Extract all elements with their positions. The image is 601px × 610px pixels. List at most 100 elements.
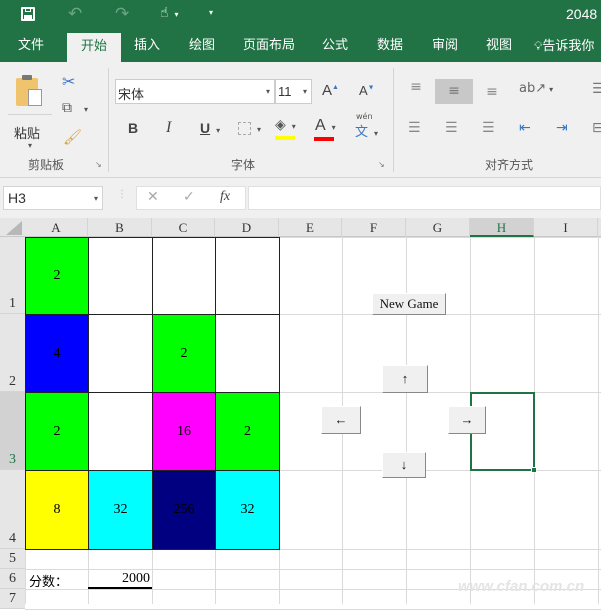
row-header-2[interactable]: 2 [0, 314, 25, 392]
fill-color-icon: ◈ [275, 117, 286, 133]
font-size-dropdown[interactable]: 11 ▾ [275, 79, 312, 104]
ribbon-tabs: 文件 开始 插入 绘图 页面布局 公式 数据 审阅 视图 💡︎告诉我你 [0, 30, 601, 62]
increase-indent-button[interactable]: ⇥ [556, 120, 568, 136]
orientation-button[interactable]: ab↗ ▾ [519, 81, 553, 96]
row-header-7[interactable]: 7 [0, 589, 25, 609]
column-header-d[interactable]: D [215, 218, 279, 237]
right-button[interactable]: → [448, 406, 486, 434]
board-tile[interactable]: 2 [25, 392, 89, 471]
tab-page-layout[interactable]: 页面布局 [238, 30, 300, 62]
align-right-button[interactable]: ☰ [482, 120, 495, 136]
row-header-3[interactable]: 3 [0, 392, 25, 470]
tab-draw[interactable]: 绘图 [179, 30, 225, 62]
formula-bar-grip[interactable]: ⋮ [117, 189, 127, 200]
board-tile[interactable] [88, 314, 153, 393]
new-game-button[interactable]: New Game [372, 293, 446, 315]
fill-color-button[interactable]: ◈ ▾ [275, 117, 296, 140]
row-header-1[interactable]: 1 [0, 237, 25, 314]
row-header-4[interactable]: 4 [0, 470, 25, 549]
align-top-button[interactable]: ≡ [406, 79, 426, 95]
save-icon[interactable] [21, 7, 35, 21]
touch-mode-icon[interactable]: ☝ ▾ [160, 5, 179, 21]
tab-view[interactable]: 视图 [476, 30, 522, 62]
decrease-indent-button[interactable]: ⇤ [519, 120, 531, 136]
column-header-h[interactable]: H [470, 218, 534, 237]
column-header-b[interactable]: B [88, 218, 152, 237]
tab-review[interactable]: 审阅 [422, 30, 468, 62]
board-tile[interactable]: 4 [25, 314, 89, 393]
grow-font-button[interactable]: A▲ [322, 82, 339, 99]
name-box[interactable]: H3 ▾ [3, 186, 103, 210]
board-tile[interactable]: 2 [152, 314, 216, 393]
board-tile[interactable]: 2 [25, 237, 89, 315]
ribbon-home: 粘贴 ▾ ✂ ⧉ ▾ 🖌︎ 剪贴板 ↘ 宋体 ▾ 11 ▾ A▲ A▼ B I U… [0, 62, 601, 178]
board-tile[interactable] [215, 237, 280, 315]
underline-button[interactable]: U ▾ [200, 120, 220, 136]
column-header-f[interactable]: F [342, 218, 406, 237]
left-button[interactable]: ← [321, 406, 361, 434]
align-center-button[interactable]: ☰ [445, 120, 458, 136]
cut-icon[interactable]: ✂ [62, 72, 75, 91]
align-left-button[interactable]: ☰ [408, 120, 421, 136]
up-button[interactable]: ↑ [382, 365, 428, 393]
font-name-dropdown[interactable]: 宋体 ▾ [115, 79, 275, 104]
column-header-a[interactable]: A [25, 218, 88, 237]
borders-icon [238, 121, 251, 135]
tell-me-search[interactable]: 💡︎告诉我你 [534, 30, 601, 62]
tab-home[interactable]: 开始 [67, 33, 121, 62]
format-painter-icon[interactable]: 🖌︎ [63, 128, 82, 146]
select-all-button[interactable] [6, 221, 22, 235]
undo-icon[interactable]: ↶ [68, 4, 82, 24]
borders-button[interactable]: ▾ [238, 120, 261, 136]
board-tile[interactable]: 32 [215, 470, 280, 550]
font-color-button[interactable]: A ▾ [314, 117, 336, 141]
tab-file[interactable]: 文件 [8, 30, 54, 62]
column-header-e[interactable]: E [279, 218, 342, 237]
bold-button[interactable]: B [128, 120, 138, 136]
board-tile[interactable] [88, 392, 153, 471]
copy-icon[interactable]: ⧉ ▾ [62, 100, 88, 116]
formula-buttons: ✕ ✓ fx [136, 186, 246, 210]
board-tile[interactable]: 256 [152, 470, 216, 550]
grid-line-horizontal [25, 569, 601, 570]
column-header-c[interactable]: C [152, 218, 215, 237]
board-tile[interactable] [88, 237, 153, 315]
down-button[interactable]: ↓ [382, 452, 426, 478]
formula-input[interactable] [248, 186, 601, 210]
phonetic-guide-button[interactable]: wén 文 ▾ [355, 112, 378, 140]
board-tile[interactable]: 32 [88, 470, 153, 550]
shrink-font-button[interactable]: A▼ [359, 83, 375, 98]
column-header-i[interactable]: I [534, 218, 598, 237]
score-value[interactable]: 2000 [88, 571, 150, 587]
cancel-icon[interactable]: ✕ [147, 189, 159, 205]
formula-bar: H3 ▾ ⋮ ✕ ✓ fx [0, 178, 601, 218]
insert-function-icon[interactable]: fx [220, 189, 230, 205]
watermark: www.cfan.com.cn [458, 578, 585, 595]
row-header-6[interactable]: 6 [0, 569, 25, 589]
tab-data[interactable]: 数据 [367, 30, 413, 62]
tab-insert[interactable]: 插入 [124, 30, 170, 62]
tab-formulas[interactable]: 公式 [312, 30, 358, 62]
redo-icon[interactable]: ↷ [115, 4, 129, 24]
fill-handle[interactable] [531, 467, 537, 473]
window-title: 2048 [566, 6, 598, 22]
board-tile[interactable] [152, 237, 216, 315]
align-bottom-button[interactable]: ≡ [482, 84, 502, 100]
board-tile[interactable]: 2 [215, 392, 280, 471]
font-launcher-icon[interactable]: ↘ [378, 160, 385, 169]
title-bar: ↶ ↷ ☝ ▾ ▾ 2048 [0, 0, 601, 30]
column-header-g[interactable]: G [406, 218, 470, 237]
wrap-text-button[interactable]: ☰ [592, 81, 601, 97]
align-middle-button[interactable]: ≡ [435, 79, 473, 104]
enter-icon[interactable]: ✓ [183, 189, 195, 205]
clipboard-launcher-icon[interactable]: ↘ [95, 160, 102, 169]
column-headers: A B C D E F G H I [0, 218, 601, 237]
paste-button[interactable]: 粘贴 ▾ [8, 70, 52, 150]
row-header-5[interactable]: 5 [0, 549, 25, 569]
board-tile[interactable]: 8 [25, 470, 89, 550]
italic-button[interactable]: I [166, 119, 171, 137]
board-tile[interactable]: 16 [152, 392, 216, 471]
customize-qat-icon[interactable]: ▾ [209, 8, 213, 17]
merge-center-button[interactable]: ⊟ [592, 120, 601, 136]
board-tile[interactable] [215, 314, 280, 393]
